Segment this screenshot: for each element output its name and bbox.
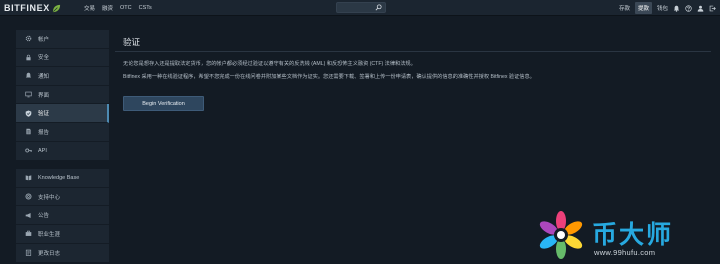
sidebar-item-support-center[interactable]: 支持中心 xyxy=(16,188,109,207)
watermark-url: www.99hufu.com xyxy=(594,248,656,257)
check-shield-icon xyxy=(23,108,33,118)
sidebar-item-label: 公告 xyxy=(38,213,50,220)
sidebar-item-label: 更改日志 xyxy=(38,250,61,257)
sidebar-item-reports[interactable]: 报告 xyxy=(16,123,109,142)
settings-sidebar: 帐户 安全 通知 界面 验证 报告 API Knowledge Base 支持中… xyxy=(16,30,109,263)
user-icon[interactable] xyxy=(697,5,704,12)
sidebar-item-label: API xyxy=(38,147,47,154)
account-settings-group: 帐户 安全 通知 界面 验证 报告 API xyxy=(16,30,109,161)
sidebar-item-interface[interactable]: 界面 xyxy=(16,86,109,105)
sidebar-item-label: 验证 xyxy=(38,111,50,118)
deposit-link[interactable]: 存款 xyxy=(619,4,630,12)
logo-text: BITFINEX xyxy=(4,3,50,13)
title-divider xyxy=(115,51,711,52)
help-icon[interactable] xyxy=(685,4,692,12)
monitor-icon xyxy=(23,90,33,100)
watermark: 币大师 www.99hufu.com xyxy=(532,208,718,264)
begin-verification-button[interactable]: Begin Verification xyxy=(123,96,204,111)
briefcase-icon xyxy=(23,229,33,239)
nav-item-csts[interactable]: CSTs xyxy=(139,5,152,11)
sidebar-item-careers[interactable]: 职业生涯 xyxy=(16,225,109,244)
sidebar-item-notifications[interactable]: 通知 xyxy=(16,67,109,86)
withdraw-link[interactable]: 提款 xyxy=(634,2,652,14)
sidebar-item-label: 帐户 xyxy=(38,36,50,43)
sidebar-item-label: Knowledge Base xyxy=(38,174,80,181)
document-icon xyxy=(23,127,33,137)
sidebar-item-knowledge-base[interactable]: Knowledge Base xyxy=(16,169,109,188)
watermark-logo-icon xyxy=(539,211,583,259)
megaphone-icon xyxy=(23,210,33,220)
top-navigation-bar: BITFINEX 交易 融资 OTC CSTs 存款 提款 钱包 xyxy=(0,0,720,16)
page-title: 验证 xyxy=(123,37,141,47)
sidebar-item-api[interactable]: API xyxy=(16,142,109,161)
lock-icon xyxy=(23,52,33,62)
sidebar-item-verification[interactable]: 验证 xyxy=(16,104,109,123)
bell-icon xyxy=(23,71,33,81)
sidebar-item-announcements[interactable]: 公告 xyxy=(16,206,109,225)
sidebar-item-label: 报告 xyxy=(38,129,50,136)
main-nav: 交易 融资 OTC CSTs xyxy=(84,0,152,16)
search-box[interactable] xyxy=(336,2,386,13)
watermark-brand: 币大师 xyxy=(592,220,674,249)
leaf-icon xyxy=(52,4,60,12)
sidebar-item-changelog[interactable]: 更改日志 xyxy=(16,244,109,263)
nav-item-otc[interactable]: OTC xyxy=(120,5,132,11)
bitfinex-logo[interactable]: BITFINEX xyxy=(4,2,61,14)
key-icon xyxy=(23,146,33,156)
sidebar-item-label: 界面 xyxy=(38,92,50,99)
search-icon[interactable] xyxy=(375,4,382,11)
sidebar-item-label: 通知 xyxy=(38,73,50,80)
lifebuoy-icon xyxy=(23,192,33,202)
account-nav: 存款 提款 钱包 xyxy=(619,0,716,16)
sidebar-item-label: 安全 xyxy=(38,55,50,62)
bell-icon[interactable] xyxy=(673,5,680,12)
verification-process-text: Bitfinex 采用一种在线验证程序，希望不您完成一份在线问卷并附加某些文档作… xyxy=(123,74,535,80)
sidebar-item-security[interactable]: 安全 xyxy=(16,49,109,68)
support-group: Knowledge Base 支持中心 公告 职业生涯 更改日志 xyxy=(16,169,109,263)
nav-item-funding[interactable]: 融资 xyxy=(102,4,113,12)
wallet-link[interactable]: 钱包 xyxy=(657,4,668,12)
sidebar-item-account[interactable]: 帐户 xyxy=(16,30,109,49)
book-icon xyxy=(23,173,33,183)
search-input[interactable] xyxy=(337,3,375,12)
verification-intro-text: 无论您是想存入还是提取法定货币，您的帐户都必须经过验证以遵守有关的反洗钱 (AM… xyxy=(123,61,416,67)
logout-icon[interactable] xyxy=(709,5,716,12)
nav-item-trading[interactable]: 交易 xyxy=(84,4,95,12)
sidebar-item-label: 支持中心 xyxy=(38,194,61,201)
clipboard-icon xyxy=(23,248,33,258)
settings-cog-icon xyxy=(23,34,33,44)
sidebar-item-label: 职业生涯 xyxy=(38,231,61,238)
